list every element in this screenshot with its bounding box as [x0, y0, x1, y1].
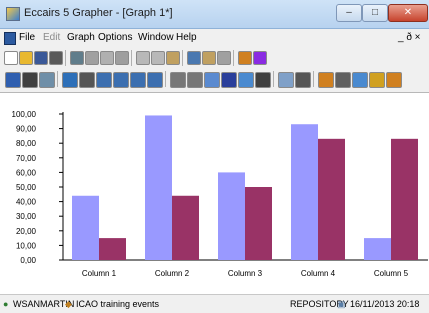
bar	[72, 195, 99, 260]
layout-icon[interactable]	[255, 72, 271, 88]
paste-icon[interactable]	[166, 51, 180, 65]
y-tick-label: 0,00	[20, 256, 36, 265]
toolbar-separator	[233, 50, 234, 66]
bar	[218, 172, 245, 260]
text-icon[interactable]	[221, 72, 237, 88]
zoom-icon[interactable]	[278, 72, 294, 88]
sort-icon[interactable]	[295, 72, 311, 88]
mdi-controls[interactable]: _ ð ×	[398, 32, 421, 43]
pen-icon[interactable]	[85, 51, 99, 65]
arrow-icon[interactable]	[115, 51, 129, 65]
copy-icon[interactable]	[151, 51, 165, 65]
picture-icon[interactable]	[238, 72, 254, 88]
move-icon[interactable]	[187, 72, 203, 88]
save-icon[interactable]	[5, 72, 21, 88]
menu-options[interactable]: Options	[98, 32, 132, 43]
new-document-icon[interactable]	[4, 51, 18, 65]
columns-icon[interactable]	[130, 72, 146, 88]
minimize-button[interactable]: –	[336, 4, 362, 22]
repository-icon: ▣	[337, 299, 346, 309]
maximize-button[interactable]: □	[362, 4, 388, 22]
menu-edit[interactable]: Edit	[43, 32, 60, 43]
table-icon[interactable]	[113, 72, 129, 88]
event-set-icon: ◆	[65, 299, 72, 309]
rows-icon[interactable]	[147, 72, 163, 88]
toolbar-separator	[273, 71, 274, 87]
chart-window-icon[interactable]	[187, 51, 201, 65]
delete-icon[interactable]	[100, 51, 114, 65]
camera-icon[interactable]	[22, 72, 38, 88]
bar	[172, 195, 199, 260]
y-tick-label: 80,00	[16, 139, 37, 148]
legend-icon[interactable]	[335, 72, 351, 88]
toolbar-separator	[65, 50, 66, 66]
bar-chart: 0,00 10,00 20,00 30,00 40,00 50,00 60,00 70,00 8…	[12, 110, 428, 278]
open-folder-icon[interactable]	[19, 51, 33, 65]
chart-toolbar	[0, 67, 429, 93]
fill-color-icon[interactable]	[79, 72, 95, 88]
status-event-set: ICAO training events	[76, 299, 160, 309]
y-tick-label: 20,00	[16, 227, 37, 236]
standard-toolbar	[0, 47, 429, 68]
toolbar-separator	[313, 71, 314, 87]
grid-icon[interactable]	[96, 72, 112, 88]
cut-icon[interactable]	[136, 51, 150, 65]
toolbar-separator	[182, 50, 183, 66]
filter-icon[interactable]	[253, 51, 267, 65]
bar-chart-icon[interactable]	[62, 72, 78, 88]
title-bar[interactable]: Eccairs 5 Grapher - [Graph 1*] – □ ✕	[0, 0, 429, 29]
status-datetime: 16/11/2013 20:18	[350, 299, 420, 309]
x-tick-label: Column 1	[82, 269, 117, 278]
x-tick-label: Column 3	[228, 269, 263, 278]
chart-pie-icon[interactable]	[217, 51, 231, 65]
bar	[291, 124, 318, 260]
document-icon[interactable]	[4, 32, 16, 45]
bar	[245, 187, 272, 260]
close-button[interactable]: ✕	[388, 4, 428, 22]
bar	[391, 138, 418, 260]
toolbar-separator	[131, 50, 132, 66]
print-preview-icon[interactable]	[70, 51, 84, 65]
y-tick-label: 30,00	[16, 212, 37, 221]
menu-help[interactable]: Help	[176, 32, 197, 43]
bar	[364, 238, 391, 260]
user-icon: ●	[3, 299, 9, 309]
save-disk-icon[interactable]	[34, 51, 48, 65]
x-tick-label: Column 5	[374, 269, 409, 278]
menu-file[interactable]: File	[19, 32, 35, 43]
help-icon[interactable]	[386, 72, 402, 88]
menu-window[interactable]: Window	[138, 32, 174, 43]
y-tick-label: 10,00	[16, 241, 37, 250]
menu-graph[interactable]: Graph	[67, 32, 95, 43]
y-tick-label: 60,00	[16, 168, 37, 177]
menu-bar: File Edit Graph Options Window Help _ ð …	[0, 29, 429, 47]
globe-icon[interactable]	[39, 72, 55, 88]
bar	[318, 138, 345, 260]
y-tick-label: 50,00	[16, 183, 37, 192]
chart-area: 0,00 10,00 20,00 30,00 40,00 50,00 60,00 70,00 8…	[0, 93, 429, 294]
app-icon	[6, 7, 20, 21]
y-tick-label: 100,00	[12, 110, 37, 119]
toolbar-separator	[57, 71, 58, 87]
properties-icon[interactable]	[318, 72, 334, 88]
link-icon[interactable]	[170, 72, 186, 88]
format-icon[interactable]	[204, 72, 220, 88]
wizard-icon[interactable]	[369, 72, 385, 88]
chart-bar-icon[interactable]	[202, 51, 216, 65]
axis-icon[interactable]	[352, 72, 368, 88]
x-tick-label: Column 2	[155, 269, 190, 278]
bar	[145, 115, 172, 261]
y-tick-label: 70,00	[16, 154, 37, 163]
y-tick-label: 40,00	[16, 198, 37, 207]
print-icon[interactable]	[49, 51, 63, 65]
y-tick-label: 90,00	[16, 125, 37, 134]
bar	[99, 238, 126, 260]
status-bar: ● WSANMARTIN ◆ ICAO training events REPO…	[0, 294, 429, 313]
toolbar-separator	[165, 71, 166, 87]
x-tick-label: Column 4	[301, 269, 336, 278]
window-title: Eccairs 5 Grapher - [Graph 1*]	[24, 7, 173, 19]
database-icon[interactable]	[238, 51, 252, 65]
